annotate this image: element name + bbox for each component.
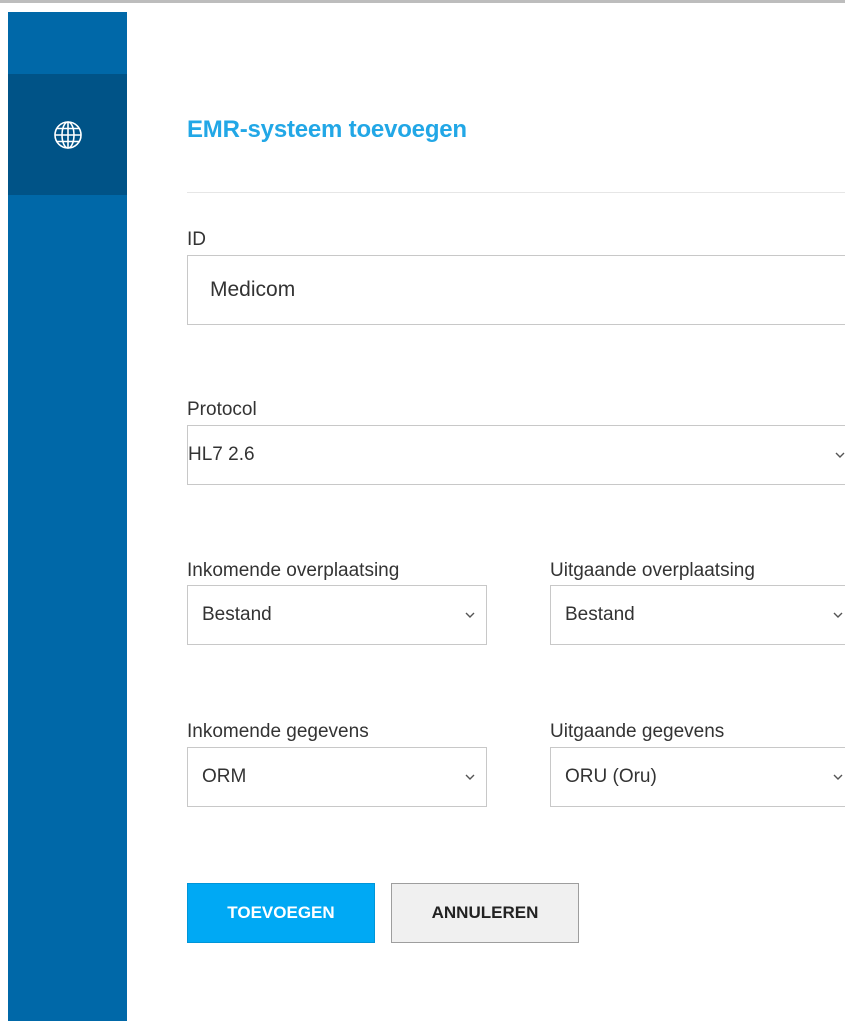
id-label: ID — [187, 229, 206, 250]
id-input[interactable] — [187, 255, 845, 325]
incoming-data-label: Inkomende gegevens — [187, 721, 369, 742]
chevron-down-icon — [834, 451, 845, 459]
outgoing-data-select[interactable]: ORU (Oru) — [550, 747, 845, 807]
protocol-select-value: HL7 2.6 — [188, 444, 255, 465]
chevron-down-icon — [832, 773, 844, 781]
page-title: EMR-systeem toevoegen — [187, 116, 467, 143]
outgoing-data-label: Uitgaande gegevens — [550, 721, 725, 742]
incoming-transfer-select[interactable]: Bestand — [187, 585, 487, 645]
cancel-button[interactable]: ANNULEREN — [391, 883, 579, 943]
outgoing-data-value: ORU (Oru) — [565, 766, 657, 787]
globe-icon — [53, 120, 83, 150]
incoming-transfer-label: Inkomende overplaatsing — [187, 560, 400, 581]
add-button[interactable]: TOEVOEGEN — [187, 883, 375, 943]
incoming-data-select[interactable]: ORM — [187, 747, 487, 807]
incoming-transfer-value: Bestand — [202, 604, 272, 625]
chevron-down-icon — [464, 611, 476, 619]
outgoing-transfer-value: Bestand — [565, 604, 635, 625]
protocol-label: Protocol — [187, 399, 257, 420]
title-divider — [187, 192, 845, 193]
sidebar — [8, 12, 127, 1021]
chevron-down-icon — [832, 611, 844, 619]
sidebar-item-globe[interactable] — [8, 74, 127, 195]
outgoing-transfer-label: Uitgaande overplaatsing — [550, 560, 755, 581]
incoming-data-value: ORM — [202, 766, 247, 787]
protocol-select[interactable]: HL7 2.6 — [187, 425, 845, 485]
outgoing-transfer-select[interactable]: Bestand — [550, 585, 845, 645]
window-top-border — [0, 0, 845, 12]
chevron-down-icon — [464, 773, 476, 781]
main-content: EMR-systeem toevoegen ID Protocol HL7 2.… — [127, 12, 845, 1021]
